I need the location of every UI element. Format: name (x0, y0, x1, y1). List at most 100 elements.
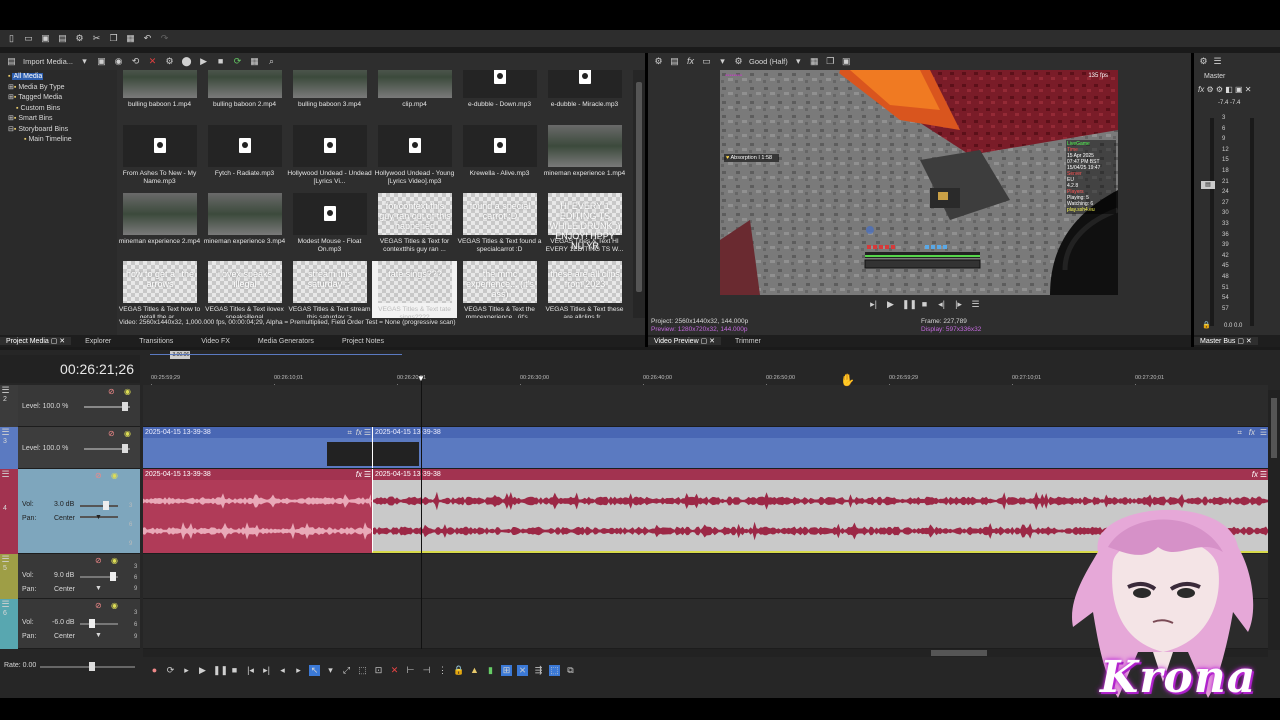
video-clip[interactable]: 2025-04-15 13-39-38 ⌗ fx ☰ (372, 427, 1268, 468)
split-icon[interactable]: ▭ (701, 56, 712, 67)
volume-slider[interactable] (80, 623, 118, 625)
save-as-icon[interactable]: ▤ (57, 33, 68, 44)
play-from-start-icon[interactable]: ▸| (868, 299, 879, 310)
solo-icon[interactable]: ◉ (111, 601, 118, 610)
device-icon[interactable]: ▤ (669, 56, 680, 67)
level-slider-handle[interactable] (122, 402, 128, 411)
volume-slider-handle[interactable] (110, 572, 116, 581)
search-icon[interactable]: ⌕ (266, 56, 277, 67)
track-header-2[interactable]: ☰ 2 ⊘ ◉ Level: 100.0 % (0, 385, 140, 427)
media-item[interactable]: e-dubble - Miracle.mp3 (542, 70, 627, 124)
media-item[interactable]: for context this guy ran out of this hap… (372, 193, 457, 261)
menu-icon[interactable]: ☰ (1212, 56, 1223, 67)
media-item[interactable]: Fytch - Radiate.mp3 (202, 125, 287, 193)
tab-explorer[interactable]: Explorer (71, 338, 125, 345)
fx-icon[interactable]: fx (1252, 470, 1258, 479)
go-to-end-icon[interactable]: ▸| (261, 665, 272, 676)
preview-quality-select[interactable]: Good (Half) (749, 57, 788, 66)
tab-master-bus[interactable]: Master Bus ▢ ✕ (1194, 337, 1258, 345)
insert-marker-icon[interactable]: ▲ (469, 665, 480, 676)
master-fader[interactable]: ▤ (1201, 181, 1215, 189)
scrollbar-thumb[interactable] (931, 650, 987, 656)
overlays-icon[interactable]: ▦ (809, 56, 820, 67)
settings-icon[interactable]: ⚙ (653, 56, 664, 67)
track-header-3[interactable]: ☰ 3 ⊘ ◉ Level: 100.0 % (0, 427, 140, 469)
snapping-icon[interactable]: ⊞ (501, 664, 512, 676)
menu-icon[interactable]: ☰ (1260, 470, 1267, 479)
media-scrollbar[interactable] (633, 70, 645, 318)
tree-tagged-media[interactable]: ⊞▪ Tagged Media (8, 93, 117, 104)
tab-transitions[interactable]: Transitions (125, 338, 187, 345)
pan-slider-handle[interactable]: ▼ (95, 585, 102, 592)
track-header-4[interactable]: ☰ 4 ⊘ ◉ Vol: 3.0 dB Pan: Center ▼ (0, 469, 140, 554)
play-icon[interactable]: ▶ (198, 56, 209, 67)
volume-slider-handle[interactable] (89, 619, 95, 628)
media-item[interactable]: mineman experience 2.mp4 (117, 193, 202, 261)
menu-icon[interactable]: ☰ (364, 470, 371, 479)
next-frame-icon[interactable]: |▸ (953, 299, 964, 310)
copy-icon[interactable]: ❐ (108, 33, 119, 44)
media-item[interactable]: ilovex speaks illegal VEGAS Titles & Text… (202, 261, 287, 318)
crop-icon[interactable]: ⌗ (1237, 428, 1242, 438)
menu-icon[interactable]: ☰ (364, 428, 371, 437)
mute-icon[interactable]: ⊘ (95, 556, 102, 565)
settings-icon[interactable]: ⚙ (1198, 56, 1209, 67)
copy-snapshot-icon[interactable]: ❐ (825, 56, 836, 67)
save-icon[interactable]: ▣ (40, 33, 51, 44)
playhead-handle[interactable]: ▼ (417, 374, 425, 383)
media-item[interactable]: these are all clips from 2023 VEGAS Title… (542, 261, 627, 318)
prev-frame-icon[interactable]: ◂| (936, 299, 947, 310)
crop-icon[interactable]: ⌗ (347, 428, 352, 438)
dropdown-icon[interactable]: ▾ (79, 56, 90, 67)
rate-slider[interactable] (40, 666, 135, 668)
tab-project-media[interactable]: Project Media ▢ ✕ (0, 337, 72, 345)
media-item[interactable]: Hollywood Undead - Young [Lyrics Video].… (372, 125, 457, 193)
envelope-tool-icon[interactable]: ⤢ (341, 665, 352, 676)
record-icon[interactable]: ● (149, 665, 160, 676)
playhead[interactable] (421, 378, 422, 650)
tree-all-media[interactable]: ▪ All Media (8, 72, 117, 83)
lock-icon[interactable]: 🔒 (1202, 321, 1211, 329)
media-item[interactable]: mineman experience 1.mp4 (542, 125, 627, 193)
ignore-grouping-icon[interactable]: ⧉ (565, 665, 576, 676)
track-header-6[interactable]: ☰ 6 ⊘ ◉ Vol: -6.0 dB Pan: Center ▼ (0, 599, 140, 649)
open-icon[interactable]: ▭ (23, 33, 34, 44)
fx-icon[interactable]: fx (1249, 428, 1255, 437)
delete-icon[interactable]: ✕ (389, 665, 400, 676)
menu-icon[interactable]: ☰ (0, 427, 11, 438)
quality-icon[interactable]: ⚙ (733, 56, 744, 67)
play-icon[interactable]: ▶ (885, 299, 896, 310)
mute-icon[interactable]: ⊘ (108, 387, 115, 396)
fx-icon[interactable]: fx (685, 56, 696, 67)
media-item[interactable]: Krewella - Alive.mp3 (457, 125, 542, 193)
media-item[interactable]: tate sings??? VEGAS Titles & Text tate si… (372, 261, 457, 318)
redo-icon[interactable]: ↷ (159, 33, 170, 44)
next-frame-icon[interactable]: ▸ (293, 665, 304, 676)
replace-icon[interactable]: ⟲ (130, 56, 141, 67)
lock-icon[interactable]: 🔒 (453, 665, 464, 676)
media-fx-icon[interactable]: ⚙ (164, 56, 175, 67)
loop-icon[interactable]: ⟳ (165, 665, 176, 676)
rate-slider-handle[interactable] (89, 662, 95, 671)
pan-slider-handle[interactable]: ▼ (95, 632, 102, 639)
remove-icon[interactable]: ✕ (147, 56, 158, 67)
import-media-button[interactable]: Import Media... (23, 57, 73, 66)
auto-preview-icon[interactable]: ⟳ (232, 56, 243, 67)
tree-custom-bins[interactable]: ▪ Custom Bins (8, 104, 117, 115)
menu-icon[interactable]: ☰ (0, 554, 11, 565)
stop-icon[interactable]: ■ (919, 299, 930, 310)
pause-icon[interactable]: ❚❚ (902, 299, 917, 310)
fx-icon[interactable]: fx (356, 428, 362, 437)
fx-icon[interactable]: fx (356, 470, 362, 479)
track-header-5[interactable]: ☰ 5 ⊘ ◉ Vol: 9.0 dB Pan: Center ▼ (0, 554, 140, 599)
solo-icon[interactable]: ◉ (111, 471, 118, 480)
capture-icon[interactable]: ▣ (96, 56, 107, 67)
tab-project-notes[interactable]: Project Notes (328, 338, 398, 345)
media-item[interactable]: bulling baboon 3.mp4 (287, 70, 372, 124)
menu-icon[interactable]: ☰ (0, 469, 11, 480)
tab-video-preview[interactable]: Video Preview ▢ ✕ (648, 337, 721, 345)
media-item[interactable]: bulling baboon 1.mp4 (117, 70, 202, 124)
media-item[interactable]: Hollywood Undead - Undead [Lyrics Vi... (287, 125, 372, 193)
menu-icon[interactable]: ☰ (1260, 428, 1267, 437)
mute-icon[interactable]: ⊘ (95, 471, 102, 480)
